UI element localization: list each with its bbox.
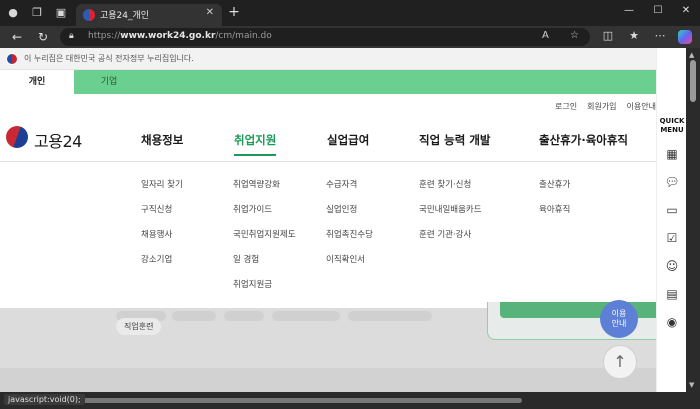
url-text: https://www.work24.go.kr/cm/main.do [88,31,272,41]
favorites-icon[interactable]: ★ [626,29,642,42]
submenu-item[interactable]: 구직신청 [141,203,172,215]
address-toolbar: ← ↻ 🔒︎ https://www.work24.go.kr/cm/main.… [0,26,700,48]
login-card [487,302,668,340]
tab-title: 고용24_개인 [100,11,150,21]
user-type-tabs: 개인 기업 [0,70,686,94]
submenu-item[interactable]: 훈련 기관·강사 [419,228,471,240]
calculator-icon[interactable]: ▤ [664,286,680,302]
submenu-item[interactable]: 일자리 찾기 [141,178,183,190]
taegeuk-flag-icon [6,53,18,65]
vertical-scrollbar[interactable]: ▲ ▼ [686,48,700,392]
submenu-item[interactable]: 취업지원금 [233,278,272,290]
checklist-icon[interactable]: ☑ [664,230,680,246]
split-screen-icon[interactable]: ◫ [600,29,616,42]
submenu-item[interactable]: 훈련 찾기·신청 [419,178,471,190]
tab-close-icon[interactable]: ✕ [206,7,214,18]
workspaces-icon[interactable]: ❐ [28,4,46,22]
logo-text: 고용24 [34,132,82,151]
refresh-icon[interactable]: ↻ [34,28,52,46]
submenu-item[interactable]: 국민내일배움카드 [419,203,482,215]
placeholder-pill [172,311,216,321]
back-icon[interactable]: ← [8,28,26,46]
submenu-item[interactable]: 수급자격 [326,178,357,190]
scroll-top-button[interactable]: ↑ [603,345,637,379]
submenu-item[interactable]: 출산휴가 [539,178,570,190]
submenu-item[interactable]: 취업가이드 [233,203,272,215]
smile-icon[interactable]: ☺ [664,258,680,274]
favicon-icon [83,9,95,21]
placeholder-pill [272,311,340,321]
coins-icon[interactable]: ◉ [664,314,680,330]
mega-menu-divider [0,161,686,162]
lock-icon: 🔒︎ [69,31,74,41]
scrollbar-thumb[interactable] [690,60,696,102]
guide-link[interactable]: 이용안내 [627,102,656,111]
gnb-unemployment-benefits[interactable]: 실업급여 [327,132,369,148]
placeholder-pill [224,311,264,321]
more-icon[interactable]: ⋯ [652,29,668,42]
minimize-button[interactable]: — [619,5,639,16]
new-tab-button[interactable]: + [226,4,242,20]
close-window-button[interactable]: ✕ [676,5,696,16]
submenu-item[interactable]: 실업인정 [326,203,357,215]
submenu-item[interactable]: 육아휴직 [539,203,570,215]
tab-actions-icon[interactable]: ▣ [52,4,70,22]
maximize-button[interactable]: ☐ [648,5,668,16]
signup-link[interactable]: 회원가입 [587,102,616,111]
usage-guide-label: 이용 안내 [611,309,627,328]
quick-menu: QUICK MENU ▦ 💬︎ ▭ ☑ ☺ ▤ ◉ [656,48,686,392]
chat-icon[interactable]: 💬︎ [664,174,680,190]
filter-chip[interactable]: 직업훈련 [116,318,162,335]
usage-guide-button[interactable]: 이용 안내 [600,300,638,338]
submenu-item[interactable]: 일 경험 [233,253,259,265]
submenu-item[interactable]: 이직확인서 [326,253,365,265]
tab-personal[interactable]: 개인 [0,70,74,94]
address-bar[interactable]: 🔒︎ https://www.work24.go.kr/cm/main.do A… [60,28,590,46]
active-gnb-indicator [234,154,276,156]
logo-emblem-icon [6,126,28,148]
submenu-item[interactable]: 취업역량강화 [233,178,280,190]
submenu-item[interactable]: 채용행사 [141,228,172,240]
submenu-item[interactable]: 국민취업지원제도 [233,228,296,240]
dimmed-page-content: 직업훈련 [0,302,686,392]
tab-corporate[interactable]: 기업 [74,70,144,94]
quick-menu-title: QUICK MENU [659,117,685,134]
gnb-employment-support[interactable]: 취업지원 [234,132,276,148]
profile-icon[interactable]: ● [4,4,22,22]
scroll-up-icon[interactable]: ▲ [689,51,694,59]
status-url: javascript:void(0); [4,394,85,405]
placeholder-pill [348,311,432,321]
favorite-star-icon[interactable]: ☆ [570,30,579,41]
gov-banner: 이 누리집은 대한민국 공식 전자정부 누리집입니다. [0,48,686,70]
horizontal-scrollbar[interactable] [66,398,522,403]
gov-banner-text: 이 누리집은 대한민국 공식 전자정부 누리집입니다. [24,54,194,63]
gnb-vocational-training[interactable]: 직업 능력 개발 [419,132,491,148]
gnb-jobs[interactable]: 채용정보 [141,132,183,148]
copilot-icon[interactable] [678,30,692,44]
browser-tabstrip: ● ❐ ▣ 고용24_개인 ✕ + — ☐ ✕ [0,0,700,26]
monitor-icon[interactable]: ▭ [664,202,680,218]
status-bar: javascript:void(0); [0,392,700,409]
submenu-item[interactable]: 취업촉진수당 [326,228,373,240]
gnb-parental-leave[interactable]: 출산휴가·육아휴직 [539,132,628,148]
login-card-button[interactable] [500,302,668,318]
utility-links: 로그인 회원가입 이용안내 [545,101,656,112]
submenu-item[interactable]: 강소기업 [141,253,172,265]
login-link[interactable]: 로그인 [555,102,577,111]
building-icon[interactable]: ▦ [664,146,680,162]
scroll-down-icon[interactable]: ▼ [689,381,694,389]
read-aloud-icon[interactable]: A [542,30,549,41]
browser-tab-active[interactable]: 고용24_개인 ✕ [76,4,222,26]
dimmed-lower-section [0,368,686,392]
page-viewport: 이 누리집은 대한민국 공식 전자정부 누리집입니다. 개인 기업 로그인 회원가… [0,48,686,392]
